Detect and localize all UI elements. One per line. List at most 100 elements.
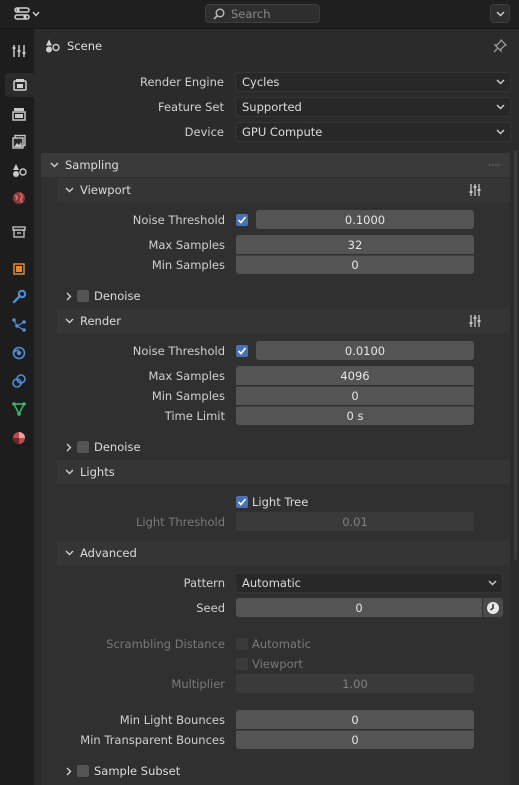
seed-label: Seed (196, 601, 225, 615)
render-title: Render (80, 314, 121, 328)
multiplier-field[interactable]: 1.00 (236, 674, 474, 693)
scrambling-viewport-checkbox[interactable] (236, 658, 248, 670)
chevron-down-icon (488, 580, 497, 586)
min-transparent-bounces-label: Min Transparent Bounces (80, 733, 225, 747)
clock-icon (487, 601, 499, 614)
pattern-dropdown[interactable]: Automatic (235, 573, 503, 593)
tab-particles[interactable] (6, 313, 32, 337)
render-denoise-subpanel-header[interactable]: Denoise (57, 435, 510, 459)
tab-object-data[interactable] (6, 397, 32, 421)
render-noise-threshold-field[interactable]: 0.0100 (256, 341, 474, 360)
viewport-denoise-subpanel-header[interactable]: Denoise (57, 284, 510, 308)
viewport-subpanel-header[interactable]: Viewport (57, 178, 510, 202)
sample-subset-checkbox[interactable] (77, 765, 89, 777)
properties-tab-bar (0, 29, 34, 785)
device-label: Device (184, 125, 224, 139)
chevron-down-icon (65, 469, 74, 475)
properties-header (0, 0, 519, 29)
view-layer-icon (12, 134, 26, 149)
render-engine-dropdown[interactable]: Cycles (235, 72, 511, 92)
object-icon (13, 263, 25, 275)
checkmark-icon (237, 498, 247, 506)
min-light-bounces-label: Min Light Bounces (119, 713, 225, 727)
modifier-icon (12, 289, 27, 304)
seed-field[interactable]: 0 (236, 598, 482, 617)
device-dropdown[interactable]: GPU Compute (235, 122, 511, 142)
feature-set-dropdown[interactable]: Supported (235, 97, 511, 117)
chevron-down-icon (50, 162, 59, 168)
scrambling-viewport-label: Viewport (252, 657, 303, 671)
chevron-down-icon (496, 129, 505, 135)
light-tree-checkbox[interactable] (236, 496, 248, 508)
viewport-denoise-checkbox[interactable] (77, 290, 89, 302)
min-light-bounces-field[interactable]: 0 (236, 710, 474, 729)
search-field[interactable] (205, 4, 320, 23)
render-time-limit-field[interactable]: 0 s (236, 406, 474, 425)
lights-title: Lights (80, 465, 115, 479)
viewport-noise-threshold-field[interactable]: 0.1000 (256, 210, 474, 229)
pin-icon[interactable] (493, 39, 507, 53)
lights-subpanel-header[interactable]: Lights (57, 460, 510, 484)
checkmark-icon (237, 216, 247, 224)
chevron-down-icon (65, 318, 74, 324)
scrambling-automatic-label: Automatic (252, 637, 311, 651)
object-data-icon (12, 402, 26, 416)
tab-output[interactable] (6, 102, 32, 126)
render-noise-threshold-checkbox[interactable] (236, 345, 248, 357)
tab-tool[interactable] (6, 39, 32, 63)
render-max-samples-label: Max Samples (148, 369, 225, 383)
tab-object[interactable] (6, 257, 32, 281)
editor-type-button[interactable] (14, 5, 44, 23)
viewport-denoise-label: Denoise (94, 289, 141, 303)
render-engine-value: Cycles (242, 75, 280, 89)
sampling-title: Sampling (65, 158, 119, 172)
drag-handle-icon[interactable] (489, 162, 501, 168)
viewport-noise-threshold-checkbox[interactable] (236, 214, 248, 226)
chevron-down-icon (65, 550, 74, 556)
search-input[interactable] (231, 6, 311, 21)
render-time-limit-label: Time Limit (164, 409, 225, 423)
tab-material[interactable] (6, 426, 32, 450)
light-threshold-field[interactable]: 0.01 (236, 512, 474, 531)
feature-set-value: Supported (242, 100, 302, 114)
advanced-subpanel-header[interactable]: Advanced (57, 541, 510, 565)
search-icon (213, 8, 225, 20)
render-max-samples-field[interactable]: 4096 (236, 366, 474, 385)
world-icon (13, 192, 25, 204)
viewport-max-samples-field[interactable]: 32 (236, 235, 474, 254)
sampling-panel-header[interactable]: Sampling (41, 153, 510, 177)
render-denoise-label: Denoise (94, 440, 141, 454)
chevron-right-icon (66, 292, 72, 300)
sample-subset-subpanel-header[interactable]: Sample Subset (57, 759, 510, 783)
viewport-noise-threshold-label: Noise Threshold (132, 213, 225, 227)
render-min-samples-field[interactable]: 0 (236, 386, 474, 405)
animate-seed-button[interactable] (483, 598, 503, 617)
pattern-label: Pattern (183, 576, 225, 590)
tab-scene[interactable] (6, 158, 32, 182)
context-title: Scene (67, 39, 103, 53)
tab-collection[interactable] (6, 220, 32, 244)
light-tree-label: Light Tree (252, 495, 309, 509)
tab-modifier[interactable] (6, 285, 32, 309)
tab-world[interactable] (6, 186, 32, 210)
scrollbar[interactable] (514, 150, 517, 560)
light-threshold-label: Light Threshold (135, 515, 225, 529)
min-transparent-bounces-field[interactable]: 0 (236, 730, 474, 749)
tab-render[interactable] (5, 73, 34, 97)
tab-constraints[interactable] (6, 369, 32, 393)
checkmark-icon (237, 347, 247, 355)
viewport-min-samples-field[interactable]: 0 (236, 255, 474, 274)
presets-icon[interactable] (468, 314, 482, 328)
tab-physics[interactable] (6, 341, 32, 365)
render-subpanel-header[interactable]: Render (57, 309, 510, 333)
viewport-min-samples-label: Min Samples (151, 258, 225, 272)
chevron-down-icon (65, 187, 74, 193)
scrambling-automatic-checkbox[interactable] (236, 638, 248, 650)
physics-icon (12, 346, 26, 360)
options-dropdown-button[interactable] (490, 4, 510, 23)
render-denoise-checkbox[interactable] (77, 441, 89, 453)
chevron-down-icon (32, 11, 40, 17)
multiplier-label: Multiplier (171, 677, 225, 691)
presets-icon[interactable] (468, 183, 482, 197)
tab-view-layer[interactable] (6, 130, 32, 154)
